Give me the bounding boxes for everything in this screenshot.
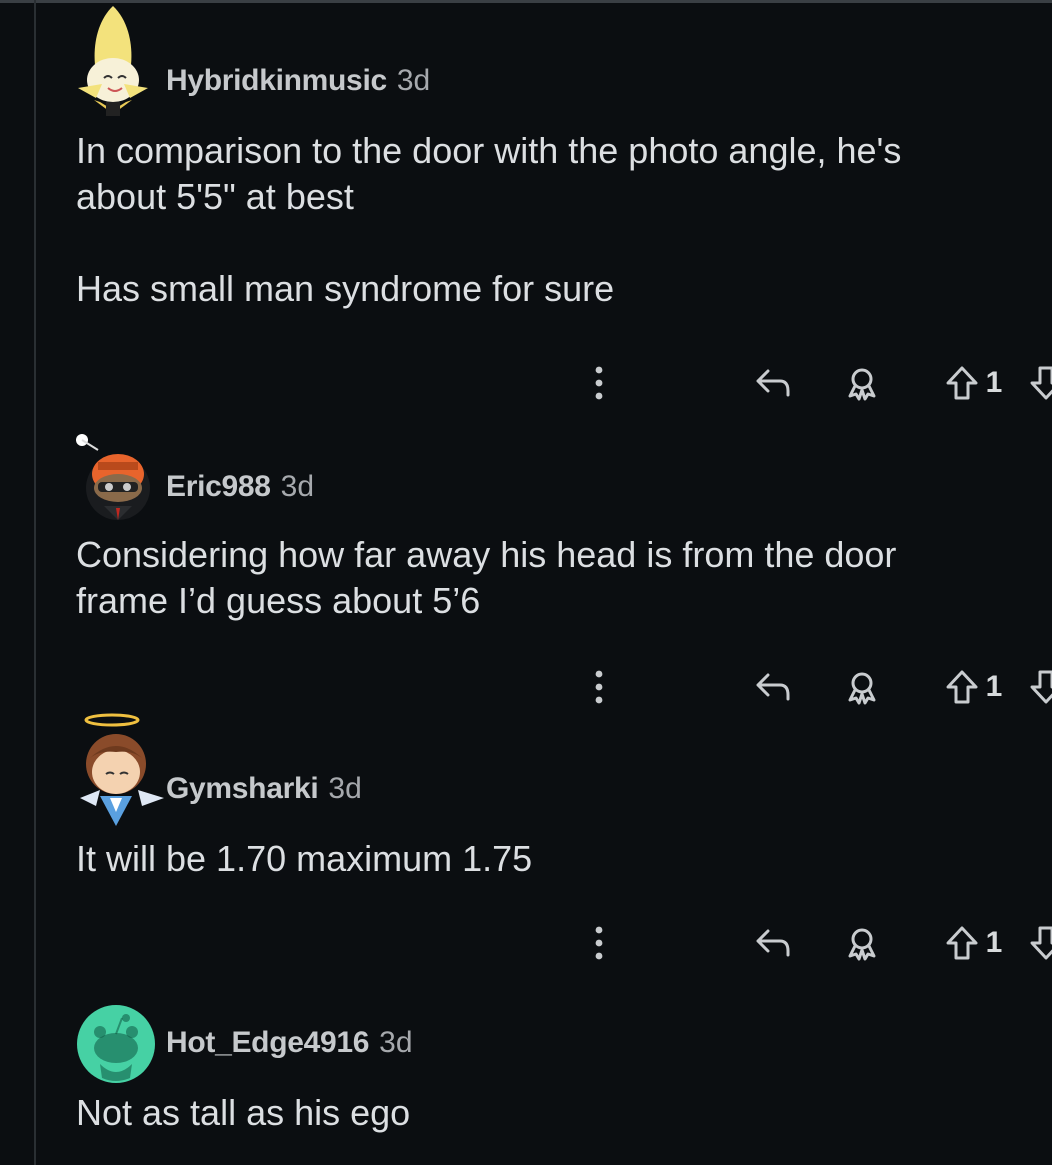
downvote-icon[interactable] <box>1026 918 1052 968</box>
comment-body: It will be 1.70 maximum 1.75 <box>76 838 533 879</box>
comment-header: Gymsharki 3d <box>166 772 362 806</box>
vote-score: 1 <box>985 670 1003 703</box>
username[interactable]: Hybridkinmusic <box>166 64 387 98</box>
award-icon[interactable] <box>842 918 882 968</box>
snoo-orange-helmet-avatar-icon[interactable] <box>76 430 156 520</box>
comment-body: In comparison to the door with the photo… <box>76 130 902 309</box>
timestamp: 3d <box>280 470 315 503</box>
vote-score: 1 <box>985 366 1003 399</box>
default-snoo-avatar-icon[interactable] <box>76 1004 156 1084</box>
angel-boy-avatar-icon[interactable] <box>72 708 164 826</box>
timestamp: 3d <box>328 772 362 805</box>
username[interactable]: Eric988 <box>166 470 271 504</box>
upvote-icon[interactable] <box>942 918 982 968</box>
more-options-icon[interactable] <box>586 918 612 968</box>
upvote-icon[interactable] <box>942 358 982 408</box>
award-icon[interactable] <box>842 662 882 712</box>
more-options-icon[interactable] <box>586 358 612 408</box>
more-options-icon[interactable] <box>586 662 612 712</box>
comment-header: Eric988 3d <box>166 470 314 504</box>
reply-icon[interactable] <box>752 358 796 408</box>
reply-icon[interactable] <box>752 662 796 712</box>
comment-actions: 1 <box>586 662 1052 712</box>
comment-header: Hot_Edge4916 3d <box>166 1026 413 1060</box>
comment-actions: 1 <box>586 358 1052 408</box>
downvote-icon[interactable] <box>1026 358 1052 408</box>
comment-header: Hybridkinmusic 3d <box>166 64 430 98</box>
vote-score: 1 <box>985 926 1003 959</box>
comment-body: Not as tall as his ego <box>76 1092 411 1133</box>
award-icon[interactable] <box>842 358 882 408</box>
thread-line[interactable] <box>34 0 36 1165</box>
username[interactable]: Hot_Edge4916 <box>166 1026 369 1060</box>
timestamp: 3d <box>379 1026 413 1059</box>
downvote-icon[interactable] <box>1026 662 1052 712</box>
comment-body: Considering how far away his head is fro… <box>76 534 897 621</box>
banana-avatar-icon[interactable] <box>68 2 148 116</box>
username[interactable]: Gymsharki <box>166 772 319 806</box>
reply-icon[interactable] <box>752 918 796 968</box>
comment-actions: 1 <box>586 918 1052 968</box>
timestamp: 3d <box>396 64 431 97</box>
upvote-icon[interactable] <box>942 662 982 712</box>
